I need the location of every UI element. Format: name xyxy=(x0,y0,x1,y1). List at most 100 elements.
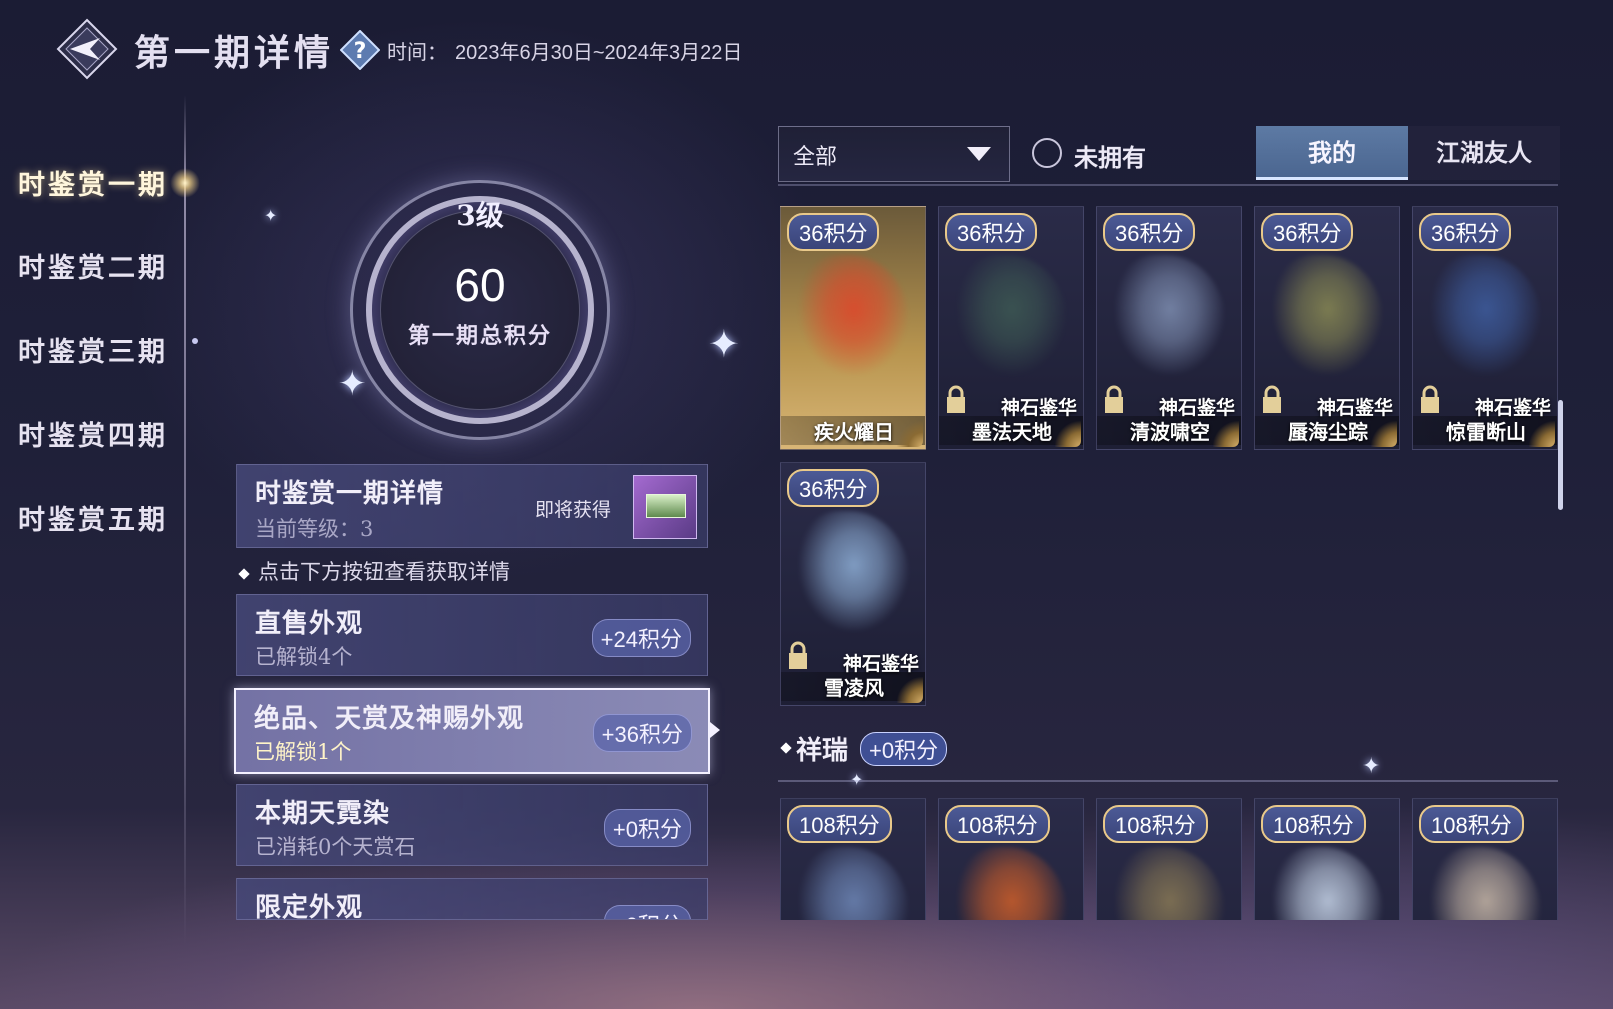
help-icon[interactable]: ? xyxy=(340,30,380,70)
category-sub: 已解锁4个 xyxy=(255,645,353,669)
nav-item-period-2[interactable]: 时鉴赏二期 xyxy=(18,246,168,285)
tab-mine[interactable]: 我的 xyxy=(1256,126,1408,180)
points-badge: 36积分 xyxy=(787,213,880,251)
points-badge: 108积分 xyxy=(787,805,892,843)
reward-thumbnail[interactable] xyxy=(633,475,697,539)
divider xyxy=(778,184,1558,186)
corner-icon xyxy=(897,677,923,703)
points-badge: 108积分 xyxy=(1419,805,1524,843)
soon-label: 即将获得 xyxy=(535,499,612,521)
score-caption: 第一期总积分 xyxy=(407,323,552,349)
appearance-art xyxy=(799,255,909,375)
tab-friends[interactable]: 江湖友人 xyxy=(1408,126,1560,180)
points-badge: 36积分 xyxy=(1103,213,1196,251)
category-sub: 已解锁1个 xyxy=(254,740,352,764)
appearance-art xyxy=(1273,847,1383,920)
selected-arrow-icon xyxy=(710,722,720,738)
nav-dot xyxy=(192,338,198,344)
filter-dropdown[interactable]: 全部 xyxy=(778,126,1010,182)
auspicious-card[interactable]: 108积分 xyxy=(1096,798,1242,920)
section-points-badge: +0积分 xyxy=(860,732,948,766)
corner-icon xyxy=(1213,421,1239,447)
score-level: 3级 xyxy=(456,199,504,232)
detail-title: 时鉴赏一期详情 xyxy=(255,479,445,509)
appearance-art xyxy=(799,847,909,920)
nav-item-period-3[interactable]: 时鉴赏三期 xyxy=(18,330,168,369)
corner-icon xyxy=(1529,421,1555,447)
category-points-badge: +0积分 xyxy=(603,905,691,919)
nav-item-period-5[interactable]: 时鉴赏五期 xyxy=(18,498,168,537)
filter-selected-value: 全部 xyxy=(793,145,838,170)
category-sub: 已消耗0个天赏石 xyxy=(255,835,416,859)
section-divider xyxy=(778,780,1558,782)
appearance-art xyxy=(957,847,1067,920)
auspicious-card[interactable]: 108积分 xyxy=(938,798,1084,920)
hint-label: 点击下方按钮查看获取详情 xyxy=(258,560,510,584)
sparkle-icon: ✦ xyxy=(708,322,740,366)
points-badge: 36积分 xyxy=(1419,213,1512,251)
appearance-art xyxy=(1115,255,1225,375)
appearance-card[interactable]: 36积分 疾火耀日 xyxy=(780,206,926,450)
hint-text: 点击下方按钮查看获取详情 xyxy=(238,556,510,586)
period-detail-card: 时鉴赏一期详情 当前等级：3 即将获得 xyxy=(236,464,708,548)
appearance-grid: 36积分 疾火耀日 36积分 神石鉴华 墨法天地 36积分 神石鉴华 清波啸空 … xyxy=(778,204,1558,920)
sparkle-icon: ✦ xyxy=(338,364,367,404)
appearance-card[interactable]: 36积分 神石鉴华 清波啸空 xyxy=(1096,206,1242,450)
nav-divider xyxy=(184,95,186,945)
category-premium[interactable]: 绝品、天赏及神赐外观 已解锁1个 +36积分 xyxy=(234,688,720,774)
detail-current-level: 当前等级：3 xyxy=(255,517,374,541)
category-title: 绝品、天赏及神赐外观 xyxy=(254,704,525,734)
score-ring: 3级 60 第一期总积分 xyxy=(300,150,660,470)
corner-icon xyxy=(897,421,923,447)
sparkle-icon: ✦ xyxy=(264,206,278,225)
back-icon[interactable] xyxy=(56,18,118,80)
category-points-badge: +0积分 xyxy=(603,809,691,847)
appearance-art xyxy=(1273,255,1383,375)
points-badge: 108积分 xyxy=(945,805,1050,843)
lock-icon xyxy=(947,385,965,413)
appearance-art xyxy=(1115,847,1225,920)
category-points-badge: +36积分 xyxy=(592,714,692,752)
appearance-art xyxy=(1431,255,1541,375)
lock-icon xyxy=(1263,385,1281,413)
unowned-radio[interactable] xyxy=(1032,138,1062,168)
points-badge: 36积分 xyxy=(787,469,880,507)
unowned-label: 未拥有 xyxy=(1074,143,1146,172)
section-title: 祥瑞 xyxy=(796,736,849,766)
category-direct-sale[interactable]: 直售外观 已解锁4个 +24积分 xyxy=(236,594,708,676)
nav-active-glow xyxy=(170,168,200,198)
points-badge: 108积分 xyxy=(1261,805,1366,843)
category-dye[interactable]: 本期天霓染 已消耗0个天赏石 +0积分 xyxy=(236,784,708,866)
appearance-art xyxy=(957,255,1067,375)
appearance-card[interactable]: 36积分 神石鉴华 蜃海尘踪 xyxy=(1254,206,1400,450)
lock-icon xyxy=(789,641,807,669)
nav-item-period-1[interactable]: 时鉴赏一期 xyxy=(18,163,168,202)
chevron-down-icon xyxy=(967,147,991,161)
corner-icon xyxy=(1371,421,1397,447)
time-range: 2023年6月30日~2024年3月22日 xyxy=(455,42,743,64)
scrollbar[interactable] xyxy=(1558,400,1563,510)
appearance-art xyxy=(1431,847,1541,920)
auspicious-card[interactable]: 108积分 xyxy=(780,798,926,920)
time-label: 时间： xyxy=(387,42,447,64)
corner-icon xyxy=(1055,421,1081,447)
category-points-badge: +24积分 xyxy=(591,619,691,657)
appearance-art xyxy=(799,511,909,631)
appearance-card[interactable]: 36积分 神石鉴华 墨法天地 xyxy=(938,206,1084,450)
auspicious-card[interactable]: 108积分 xyxy=(1254,798,1400,920)
appearance-card[interactable]: 36积分 神石鉴华 惊雷断山 xyxy=(1412,206,1558,450)
category-title: 本期天霓染 xyxy=(255,799,391,829)
lock-icon xyxy=(1421,385,1439,413)
auspicious-card[interactable]: 108积分 xyxy=(1412,798,1558,920)
points-badge: 36积分 xyxy=(945,213,1038,251)
score-total: 60 xyxy=(454,259,506,311)
points-badge: 36积分 xyxy=(1261,213,1354,251)
points-badge: 108积分 xyxy=(1103,805,1208,843)
nav-item-period-4[interactable]: 时鉴赏四期 xyxy=(18,414,168,453)
category-limited[interactable]: 限定外观 +0积分 xyxy=(236,878,708,920)
page-title: 第一期详情 xyxy=(134,32,335,74)
svg-text:?: ? xyxy=(354,39,367,64)
category-title: 直售外观 xyxy=(255,609,364,639)
lock-icon xyxy=(1105,385,1123,413)
appearance-card[interactable]: 36积分 神石鉴华 雪凌风 xyxy=(780,462,926,706)
